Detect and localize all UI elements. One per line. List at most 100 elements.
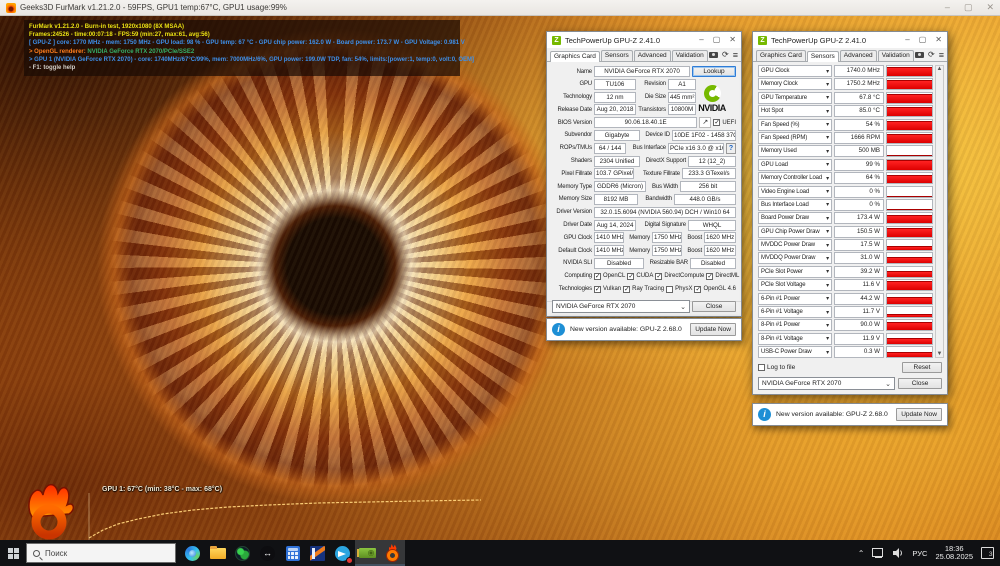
scrollbar[interactable]: ▲ ▼ <box>935 65 944 358</box>
refresh-icon[interactable]: ⟳ <box>928 51 935 59</box>
checkbox-directcompute[interactable]: ✓ DirectCompute <box>655 272 704 280</box>
minimize-icon[interactable]: – <box>905 36 909 44</box>
maximize-icon[interactable]: ▢ <box>713 36 721 44</box>
tab-advanced[interactable]: Advanced <box>839 50 877 61</box>
clock[interactable]: 18:36 25.08.2025 <box>935 545 973 561</box>
file-explorer-taskbar-button[interactable] <box>205 540 230 566</box>
tab-validation[interactable]: Validation <box>877 50 914 61</box>
tab-graphics-card[interactable]: Graphics Card <box>550 51 600 62</box>
update-now-button[interactable]: Update Now <box>896 408 942 421</box>
sensor-name-dropdown[interactable]: Memory Controller Load ▾ <box>758 172 832 185</box>
checkbox-opencl[interactable]: ✓ OpenCL <box>594 272 625 280</box>
sensor-name-dropdown[interactable]: MVDDC Power Draw ▾ <box>758 239 832 252</box>
close-button[interactable]: Close <box>898 378 942 389</box>
gpuz-main-fields: NVIDIA Name NVIDIA GeForce RTX 2070 Lookup… <box>547 62 741 298</box>
sensor-name-dropdown[interactable]: 8-Pin #1 Power ▾ <box>758 319 832 332</box>
sensor-name-dropdown[interactable]: PCIe Slot Voltage ▾ <box>758 279 832 292</box>
language-indicator[interactable]: РУС <box>912 549 927 558</box>
network-icon[interactable] <box>872 548 885 558</box>
sensor-graph <box>886 131 933 144</box>
checkbox-physx[interactable]: PhysX <box>666 285 692 293</box>
screenshot-icon[interactable] <box>915 52 925 58</box>
sensor-name-dropdown[interactable]: Video Engine Load ▾ <box>758 185 832 198</box>
sensor-name-dropdown[interactable]: Hot Spot ▾ <box>758 105 832 118</box>
tab-sensors[interactable]: Sensors <box>600 50 633 61</box>
checkbox-cuda[interactable]: ✓ CUDA <box>627 272 653 280</box>
sensor-row-memory-clock: Memory Clock ▾ 1750.2 MHz <box>758 78 933 91</box>
gpuz-sensors-titlebar[interactable]: Z TechPowerUp GPU-Z 2.41.0 – ▢ ✕ <box>753 32 947 48</box>
checkbox-uefi[interactable]: ✓ UEFI <box>713 119 736 127</box>
gpuz-sensors-title: TechPowerUp GPU-Z 2.41.0 <box>771 35 867 45</box>
sensor-name-dropdown[interactable]: 8-Pin #1 Voltage ▾ <box>758 332 832 345</box>
field-value-12-12-2: 12 (12_2) <box>688 155 736 167</box>
field-label-rops-tmus: ROPs/TMUs <box>559 145 592 152</box>
calculator-taskbar-button[interactable] <box>280 540 305 566</box>
maximize-icon[interactable]: ▢ <box>964 3 973 12</box>
checkbox-opengl-4-6[interactable]: ✓ OpenGL 4.6 <box>694 285 736 293</box>
sensor-name-dropdown[interactable]: Fan Speed (RPM) ▾ <box>758 131 832 144</box>
maximize-icon[interactable]: ▢ <box>919 36 927 44</box>
sensor-name-dropdown[interactable]: GPU Chip Power Draw ▾ <box>758 225 832 238</box>
refresh-icon[interactable]: ⟳ <box>722 51 729 59</box>
gpu-select[interactable]: NVIDIA GeForce RTX 2070 ⌄ <box>552 300 690 314</box>
tab-sensors[interactable]: Sensors <box>806 51 839 62</box>
minimize-icon[interactable]: – <box>699 36 703 44</box>
tray-chevron-up-icon[interactable]: ⌃ <box>858 549 865 558</box>
gpu-temp-graph: GPU 1: 67°C (min: 38°C - max: 68°C) <box>88 486 483 540</box>
sensor-name-dropdown[interactable]: GPU Load ▾ <box>758 158 832 171</box>
checkbox-ray-tracing[interactable]: ✓ Ray Tracing <box>623 285 664 293</box>
help-button[interactable]: ? <box>726 142 736 154</box>
k-app-taskbar-button[interactable] <box>305 540 330 566</box>
close-button[interactable]: Close <box>692 301 736 313</box>
graph-fill <box>887 245 932 251</box>
sensor-name-dropdown[interactable]: MVDDQ Power Draw ▾ <box>758 252 832 265</box>
checkbox-vulkan[interactable]: ✓ Vulkan <box>594 285 621 293</box>
tab-advanced[interactable]: Advanced <box>633 50 671 61</box>
scroll-up-icon[interactable]: ▲ <box>937 66 943 72</box>
sensor-name-dropdown[interactable]: Bus Interface Load ▾ <box>758 198 832 211</box>
speaker-icon[interactable] <box>893 548 904 558</box>
sensor-name-dropdown[interactable]: Memory Clock ▾ <box>758 78 832 91</box>
sensor-name-dropdown[interactable]: Memory Used ▾ <box>758 145 832 158</box>
sensor-row-gpu-temperature: GPU Temperature ▾ 67.8 °C <box>758 91 933 104</box>
search-input[interactable]: Поиск <box>26 543 176 563</box>
sensor-name-dropdown[interactable]: GPU Temperature ▾ <box>758 91 832 104</box>
start-button[interactable] <box>0 540 26 566</box>
minimize-icon[interactable]: – <box>945 3 950 12</box>
gpuz-taskbar-button[interactable] <box>355 540 380 566</box>
search-icon <box>33 549 40 557</box>
sensor-name-dropdown[interactable]: Board Power Draw ▾ <box>758 212 832 225</box>
log-to-file-checkbox[interactable]: Log to file <box>758 364 795 371</box>
teamviewer-taskbar-button[interactable]: ↔ <box>255 540 280 566</box>
screenshot-icon[interactable] <box>709 52 719 58</box>
close-icon[interactable]: ✕ <box>986 3 994 12</box>
close-icon[interactable]: ✕ <box>935 36 942 44</box>
sensor-graph <box>886 105 933 118</box>
sensor-name-dropdown[interactable]: PCIe Slot Power ▾ <box>758 265 832 278</box>
scroll-down-icon[interactable]: ▼ <box>937 351 943 357</box>
update-now-button[interactable]: Update Now <box>690 323 736 336</box>
edge-taskbar-button[interactable] <box>180 540 205 566</box>
sensor-name-dropdown[interactable]: 6-Pin #1 Power ▾ <box>758 292 832 305</box>
gpu-select[interactable]: NVIDIA GeForce RTX 2070 ⌄ <box>758 377 895 390</box>
sensor-graph <box>886 198 933 211</box>
furmark-taskbar-button[interactable] <box>380 540 405 566</box>
telegram-taskbar-button[interactable] <box>330 540 355 566</box>
checkbox-directml[interactable]: ✓ DirectML <box>706 272 739 280</box>
notification-center-icon[interactable]: 3 <box>981 547 994 559</box>
sensor-name-dropdown[interactable]: GPU Clock ▾ <box>758 65 832 77</box>
sensor-name-dropdown[interactable]: Fan Speed (%) ▾ <box>758 118 832 131</box>
blue-orange-app-icon <box>310 545 325 561</box>
close-icon[interactable]: ✕ <box>729 36 736 44</box>
globe-app-taskbar-button[interactable] <box>230 540 255 566</box>
sensor-name-dropdown[interactable]: 6-Pin #1 Voltage ▾ <box>758 306 832 319</box>
sensor-name-dropdown[interactable]: USB-C Power Draw ▾ <box>758 346 832 358</box>
reset-button[interactable]: Reset <box>902 362 942 373</box>
menu-icon[interactable]: ≡ <box>939 51 944 60</box>
notification-badge <box>346 557 353 564</box>
gpuz-main-titlebar[interactable]: Z TechPowerUp GPU-Z 2.41.0 – ▢ ✕ <box>547 32 741 48</box>
menu-icon[interactable]: ≡ <box>733 51 738 60</box>
lookup-button[interactable]: Lookup <box>692 66 736 77</box>
tab-validation[interactable]: Validation <box>671 50 708 61</box>
tab-graphics-card[interactable]: Graphics Card <box>756 50 806 61</box>
